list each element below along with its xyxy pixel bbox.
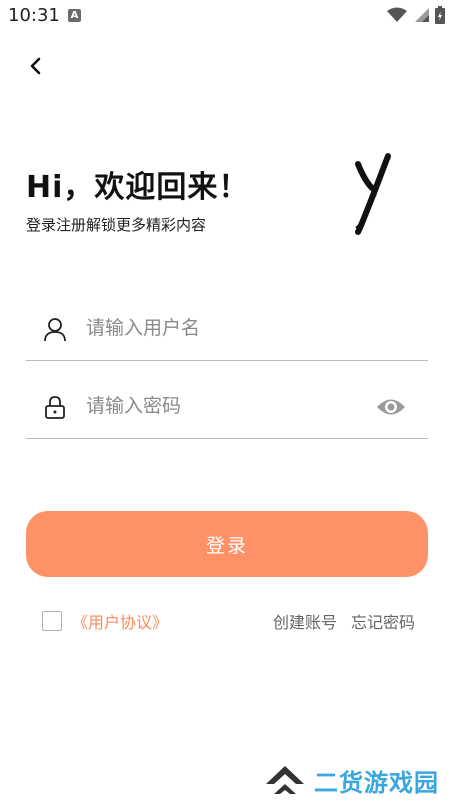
password-input[interactable] [86, 388, 366, 424]
wifi-icon [387, 7, 407, 22]
cell-signal-icon [415, 8, 429, 22]
page-title: Hi，欢迎回来！ [26, 170, 250, 205]
brush-y-logo [355, 153, 391, 235]
forgot-password-link[interactable]: 忘记密码 [351, 609, 415, 633]
username-field [26, 300, 428, 361]
user-agreement-link[interactable]: 《用户协议》 [72, 609, 168, 633]
user-icon [44, 318, 66, 342]
username-input[interactable] [86, 310, 366, 346]
watermark-text: 二货游戏园 [314, 768, 439, 797]
status-time: 10:31 [8, 5, 60, 26]
notification-a-icon: A [68, 9, 81, 22]
status-icons [387, 6, 445, 24]
create-account-link[interactable]: 创建账号 [273, 609, 337, 633]
account-links: 创建账号 忘记密码 [273, 609, 415, 633]
battery-charging-icon [435, 6, 445, 24]
eye-icon[interactable] [376, 396, 406, 418]
watermark-logo-icon [266, 766, 304, 794]
password-field [26, 378, 428, 439]
status-bar: 10:31 A [0, 0, 453, 32]
login-button[interactable]: 登录 [26, 511, 428, 577]
page-subtitle: 登录注册解锁更多精彩内容 [26, 216, 207, 234]
watermark: 二货游戏园 [262, 760, 439, 800]
agreement-row: 《用户协议》 [42, 607, 168, 635]
back-button[interactable] [22, 52, 50, 80]
lock-icon [45, 396, 65, 419]
chevron-left-icon [30, 57, 41, 75]
agreement-checkbox[interactable] [42, 611, 62, 631]
